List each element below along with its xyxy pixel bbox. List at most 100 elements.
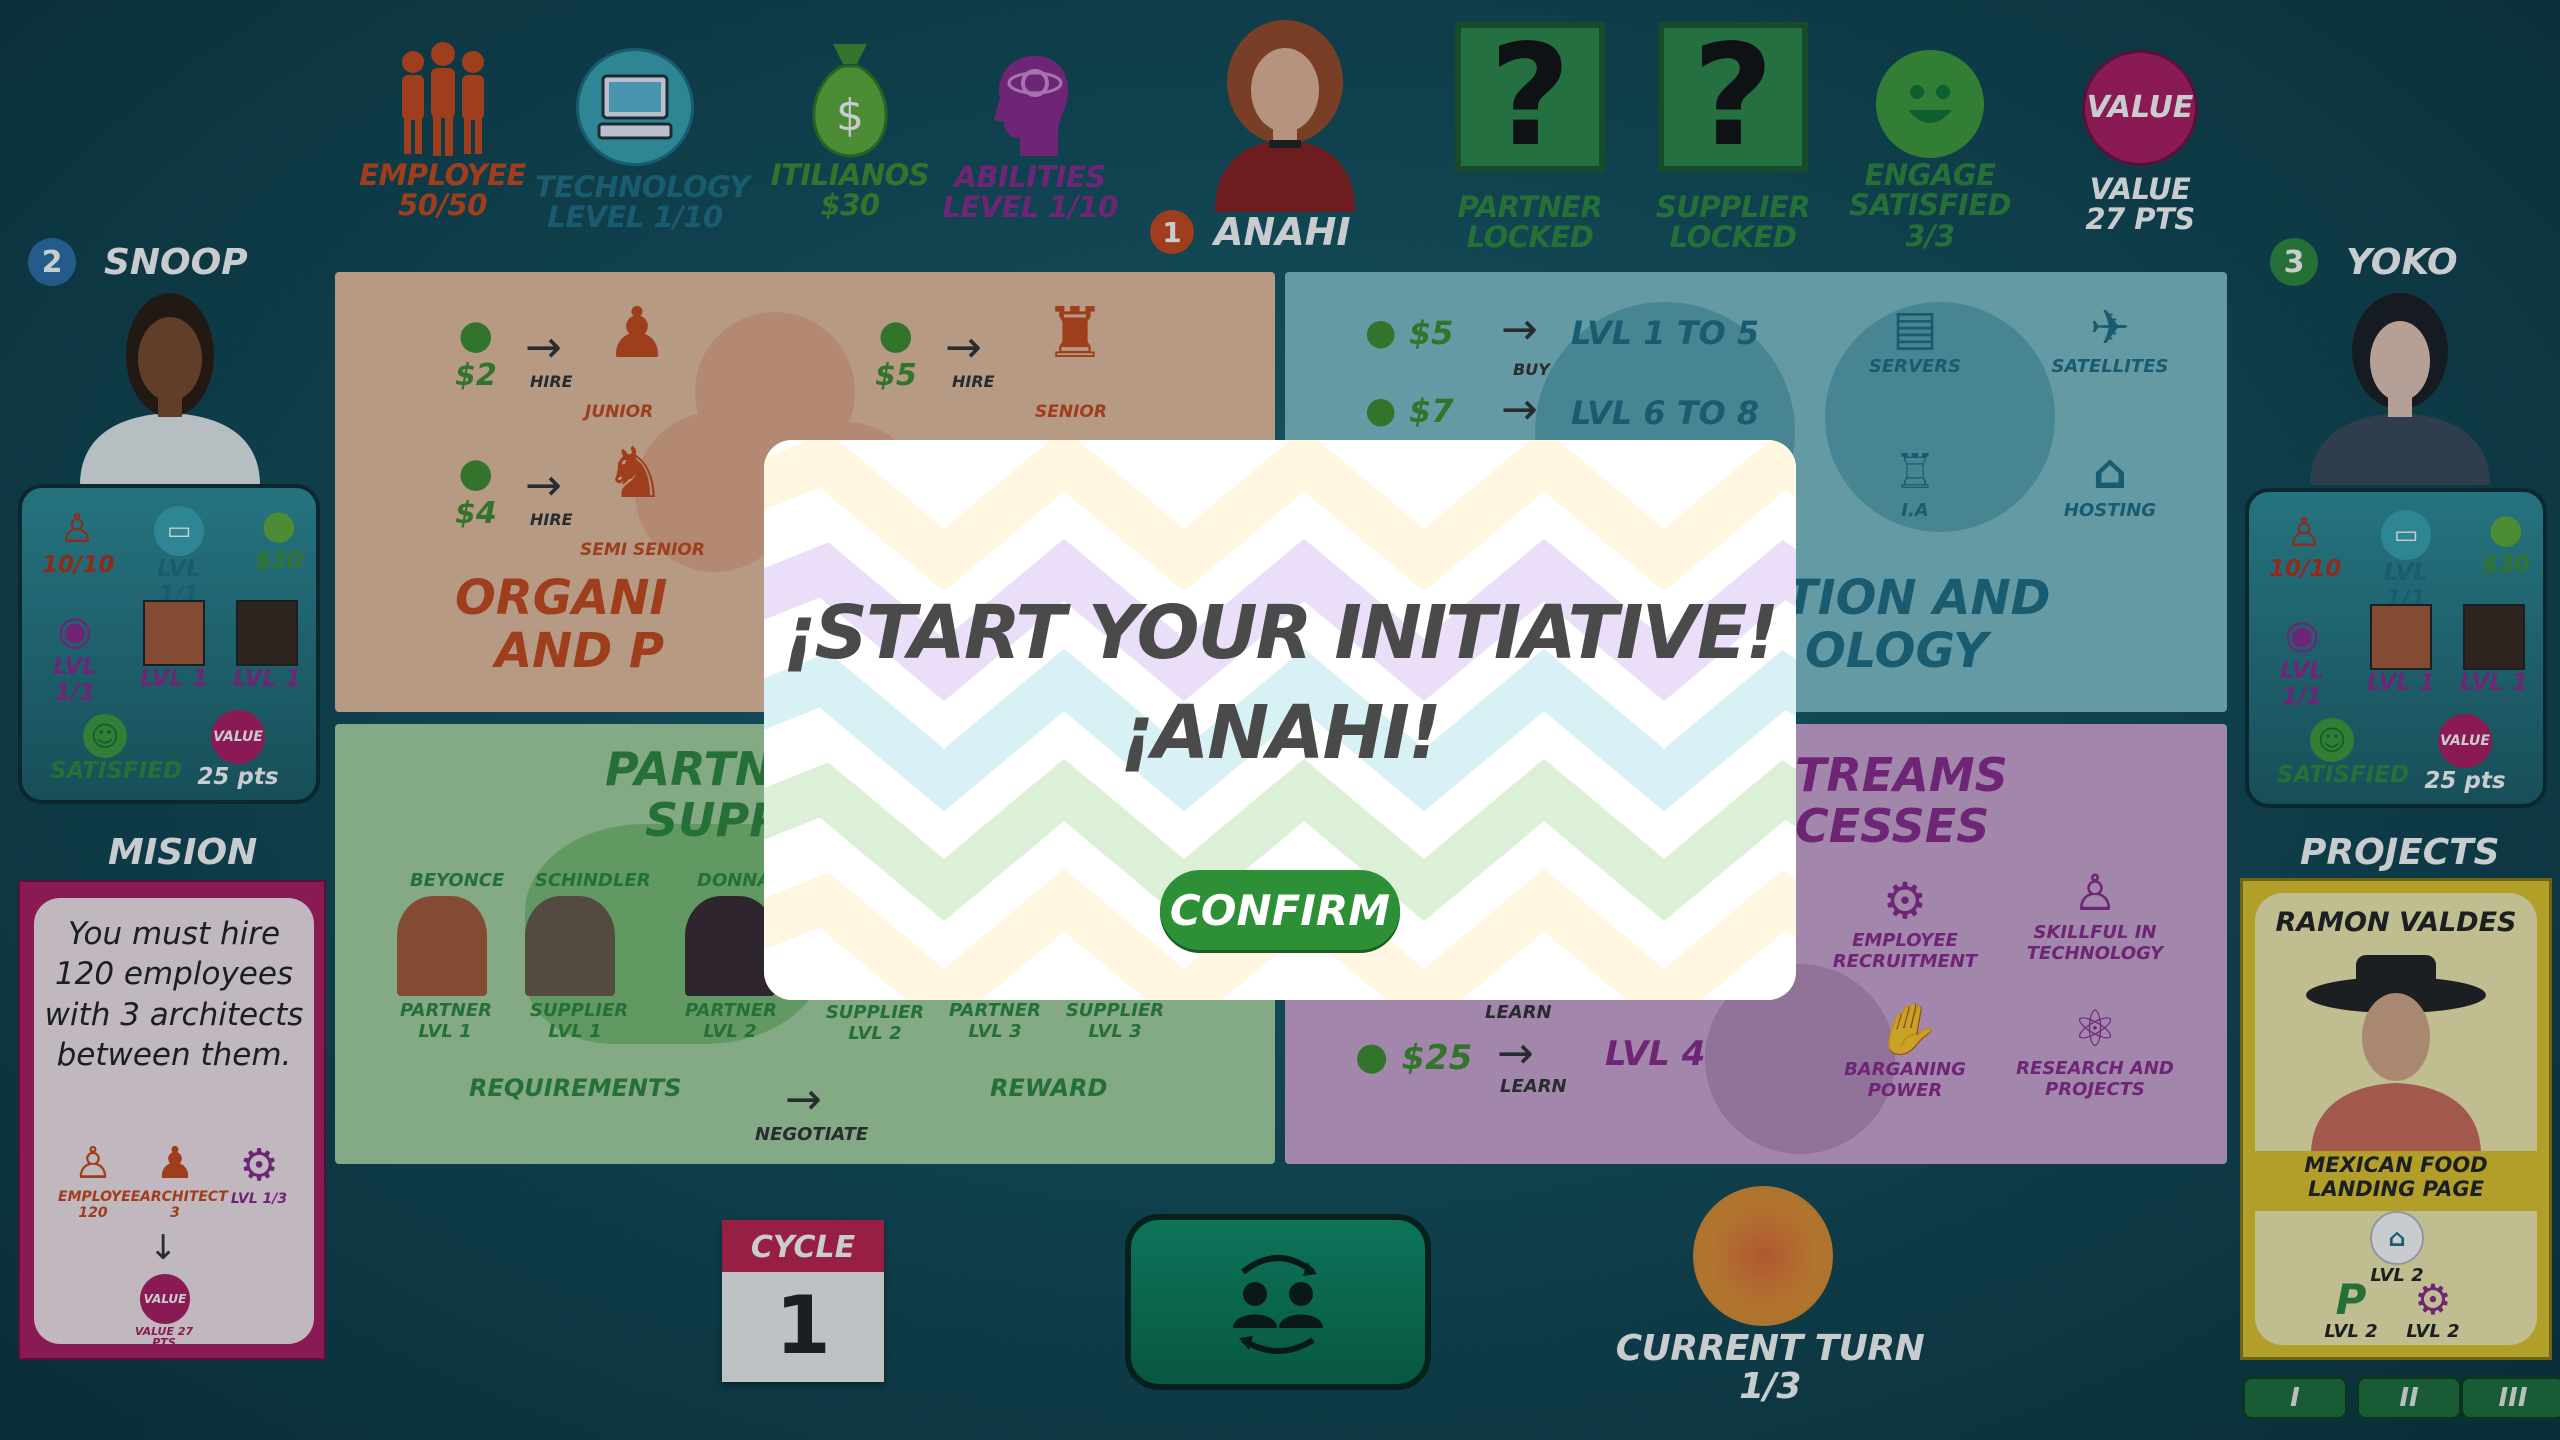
cycle-calendar: CYCLE 1 (722, 1220, 884, 1382)
junior-label: JUNIOR (585, 402, 654, 422)
abilities-stat[interactable]: ABILITIES LEVEL 1/10 (940, 38, 1120, 223)
learn-label: LEARN (1485, 1002, 1552, 1023)
brain-head-icon: ◉ (57, 608, 93, 654)
tier-supplier-2: SUPPLIER LVL 2 (825, 1002, 925, 1044)
beyonce-name: BEYONCE (410, 870, 505, 891)
computer-icon: ▭ (154, 506, 204, 556)
money-bag-icon: ● (458, 312, 494, 358)
hire-label: HIRE (530, 372, 573, 391)
itilianos-value: $30 (820, 188, 880, 223)
project-req-gear: ⚙ LVL 2 (2403, 1275, 2463, 1343)
money-bag-icon: $ (812, 44, 888, 158)
left-player-tag: 2 SNOOP (28, 238, 248, 286)
smiley-icon: ☺ (2310, 718, 2354, 762)
current-player-tag: 1 ANAHI (1150, 210, 1351, 254)
money-bag-icon: ● (261, 502, 297, 548)
value-badge-icon: VALUE (2082, 50, 2198, 166)
yoko-portrait (2310, 293, 2490, 485)
mision-card[interactable]: You must hire 120 employees with 3 archi… (18, 880, 326, 1360)
left-supplier: LVL 1 (227, 600, 307, 692)
buy-label: BUY (1513, 360, 1550, 379)
right-player-card[interactable]: ♙ 10/10 ▭ LVL 1/1 ● $30 ◉ LVL 1/1 LVL 1 LVL … (2245, 488, 2547, 808)
project-tab-1[interactable]: I (2242, 1376, 2348, 1420)
brain-head-icon (994, 55, 1069, 156)
tech-title: TION AND OLOGY (1785, 570, 2051, 679)
money-bag-icon: ● (1365, 312, 1409, 353)
project-tab-2[interactable]: II (2356, 1376, 2462, 1420)
reward-label: REWARD (990, 1074, 1108, 1102)
right-satisfied: ☺ SATISFIED (2277, 718, 2409, 788)
org-title: ORGANI AND P (455, 570, 668, 679)
right-player-name: YOKO (2346, 241, 2458, 283)
gear-person-icon: ⚙ (1882, 872, 1928, 930)
employee-icon: ♙ (73, 1138, 113, 1189)
value-stat[interactable]: VALUE VALUE 27 PTS (2060, 50, 2220, 235)
right-tech: ▭ LVL 1/1 (2361, 510, 2451, 612)
engage-stat[interactable]: ENGAGE SATISFIED 3/3 (1840, 50, 2020, 251)
itilianos-stat[interactable]: $ ITILIANOS $30 (760, 38, 940, 221)
employee-icon: ♙ (59, 506, 95, 552)
tier-partner-3: PARTNER LVL 3 (948, 1000, 1042, 1042)
partner-locked-card[interactable]: ? (1455, 22, 1605, 172)
player-number-badge: 1 (1150, 210, 1194, 254)
partner-label: PARTNER (1457, 190, 1603, 224)
project-req-partner: P LVL 2 (2321, 1275, 2381, 1343)
project-client-name: RAMON VALDES (2275, 907, 2517, 938)
project-card[interactable]: RAMON VALDES MEXICAN FOOD LANDING PAGE ⌂… (2240, 878, 2552, 1360)
confirm-button[interactable]: CONFIRM (1160, 870, 1400, 950)
left-player-name: SNOOP (104, 241, 248, 283)
hire-label: HIRE (952, 372, 995, 391)
senior-worker-icon: ♜ (1043, 292, 1107, 374)
supplier-avatar (236, 600, 298, 666)
abilities-value: LEVEL 1/10 (942, 190, 1118, 225)
employee-icon (401, 42, 484, 156)
modal-title: ¡START YOUR INITIATIVE! (782, 590, 1779, 676)
current-player-name: ANAHI (1214, 210, 1351, 254)
employee-label: EMPLOYEE (359, 158, 526, 192)
right-supplier: LVL 1 (2454, 604, 2534, 696)
end-turn-button[interactable] (1125, 1214, 1431, 1390)
project-tab-3[interactable]: III (2460, 1376, 2560, 1420)
money-bag-icon: ● (878, 312, 914, 358)
right-money: ● $30 (2471, 506, 2541, 578)
employee-stat[interactable]: EMPLOYEE 50/50 (355, 40, 530, 221)
arrow-right-icon: → (945, 322, 982, 373)
junior-worker-icon: ♟ (605, 292, 669, 374)
supplier-label: SUPPLIER (1655, 190, 1811, 224)
satellite-icon: ✈ (2089, 300, 2131, 356)
left-value: VALUE 25 pts (178, 710, 298, 790)
money-bag-icon: ● (458, 450, 494, 496)
value-pts: 27 PTS (2085, 202, 2195, 237)
technology-stat[interactable]: TECHNOLOGY LEVEL 1/10 (535, 48, 750, 233)
money-bag-icon: ● (1365, 390, 1409, 431)
tier-supplier-1: SUPPLIER LVL 1 (530, 1000, 629, 1042)
beyonce-avatar (397, 896, 487, 996)
donna-avatar (685, 896, 775, 996)
semi-senior-worker-icon: ♞ (603, 432, 667, 514)
left-partner: LVL 1 (134, 600, 214, 692)
right-partner: LVL 1 (2361, 604, 2441, 696)
mision-architect-req: ♟ ARCHITECT 3 (140, 1138, 228, 1221)
employee-recruitment-item: ⚙ EMPLOYEE RECRUITMENT (1825, 872, 1985, 972)
junior-cost: ● $2 (455, 312, 497, 393)
mision-value-reward: VALUE 27 PTS (134, 1325, 194, 1349)
servers-item: ▤ SERVERS (1865, 300, 1965, 377)
router-icon: ⌂ (2370, 1211, 2424, 1265)
left-tech: ▭ LVL 1/1 (134, 506, 224, 608)
left-player-card[interactable]: ♙ 10/10 ▭ LVL 1/1 ● $30 ◉ LVL 1/1 LVL 1 LVL … (18, 484, 320, 804)
left-ability: ◉ LVL 1/1 (30, 608, 120, 706)
partner-p-icon: P (2335, 1275, 2367, 1324)
supplier-locked-card[interactable]: ? (1658, 22, 1808, 172)
player-number-badge: 3 (2270, 238, 2318, 286)
hand-card-icon: ✋ (1873, 1000, 1937, 1058)
right-player-tag: 3 YOKO (2270, 238, 2458, 286)
mision-text: You must hire 120 employees with 3 archi… (44, 916, 304, 1073)
cycle-label: CYCLE (722, 1220, 884, 1272)
arrow-right-icon: → (525, 460, 562, 511)
left-money: ● $30 (244, 502, 314, 574)
gear-icon: ⚙ (2414, 1275, 2452, 1324)
learn-label: LEARN (1500, 1076, 1567, 1097)
satellites-item: ✈ SATELLITES (2045, 300, 2175, 377)
senior-cost: ● $5 (875, 312, 917, 393)
right-employees: ♙ 10/10 (2269, 510, 2342, 582)
